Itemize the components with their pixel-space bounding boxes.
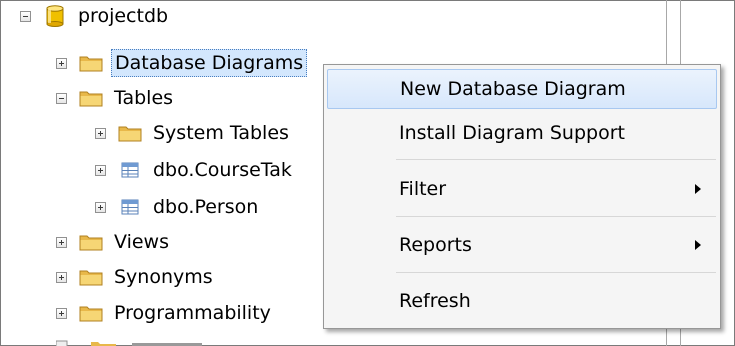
folder-icon: [79, 232, 103, 252]
menu-item-label: New Database Diagram: [400, 78, 626, 100]
tree-node-synonyms[interactable]: Synonyms: [56, 262, 216, 292]
menu-item-reports[interactable]: Reports: [327, 225, 717, 265]
tree-node-label: Synonyms: [114, 266, 213, 288]
tree-node-partial: [0, 338, 665, 346]
collapse-icon[interactable]: [56, 92, 67, 104]
tree-node-programmability[interactable]: Programmability: [56, 298, 274, 328]
menu-item-label: Filter: [399, 178, 447, 200]
submenu-arrow-icon: [695, 240, 701, 250]
tree-node-label: Tables: [114, 87, 174, 109]
folder-icon: [79, 88, 103, 108]
folder-icon: [79, 303, 103, 323]
tree-node-views[interactable]: Views: [56, 227, 172, 257]
tree-node-dbo-coursetak[interactable]: dbo.CourseTak: [95, 155, 295, 185]
tree-node-tables[interactable]: Tables: [56, 83, 176, 113]
expand-icon[interactable]: [56, 236, 67, 248]
tree-node-label: dbo.CourseTak: [153, 159, 292, 181]
tree-node-system-tables[interactable]: System Tables: [95, 118, 292, 148]
menu-item-install-diagram-support[interactable]: Install Diagram Support: [327, 113, 717, 153]
menu-separator: [396, 272, 716, 273]
context-menu: New Database Diagram Install Diagram Sup…: [323, 64, 721, 329]
menu-separator: [396, 159, 716, 160]
tree-node-label: projectdb: [78, 5, 169, 27]
menu-separator: [396, 216, 716, 217]
tree-node-label: System Tables: [153, 122, 289, 144]
collapse-icon[interactable]: [20, 10, 31, 22]
database-icon: [43, 5, 67, 27]
tree-node-label: Programmability: [114, 302, 271, 324]
tree-node-projectdb[interactable]: projectdb: [20, 1, 171, 31]
tree-node-label: dbo.Person: [153, 196, 259, 218]
table-icon: [118, 197, 142, 217]
expand-icon[interactable]: [56, 271, 67, 283]
expand-icon[interactable]: [95, 127, 106, 139]
expand-icon[interactable]: [56, 57, 67, 69]
folder-icon: [79, 53, 103, 73]
menu-item-label: Refresh: [399, 290, 471, 312]
table-icon: [118, 160, 142, 180]
tree-node-label-selected: Database Diagrams: [111, 49, 308, 77]
menu-item-label: Reports: [399, 234, 472, 256]
submenu-arrow-icon: [695, 184, 701, 194]
menu-item-filter[interactable]: Filter: [327, 169, 717, 209]
menu-item-label: Install Diagram Support: [399, 122, 625, 144]
folder-icon: [118, 123, 142, 143]
expand-icon[interactable]: [56, 307, 67, 319]
folder-icon: [79, 267, 103, 287]
tree-node-label: Views: [114, 231, 169, 253]
tree-node-database-diagrams[interactable]: Database Diagrams: [56, 48, 308, 78]
menu-item-refresh[interactable]: Refresh: [327, 281, 717, 321]
menu-item-new-database-diagram[interactable]: New Database Diagram: [327, 69, 717, 109]
tree-node-dbo-person[interactable]: dbo.Person: [95, 192, 261, 222]
expand-icon[interactable]: [95, 164, 106, 176]
expand-icon[interactable]: [95, 201, 106, 213]
